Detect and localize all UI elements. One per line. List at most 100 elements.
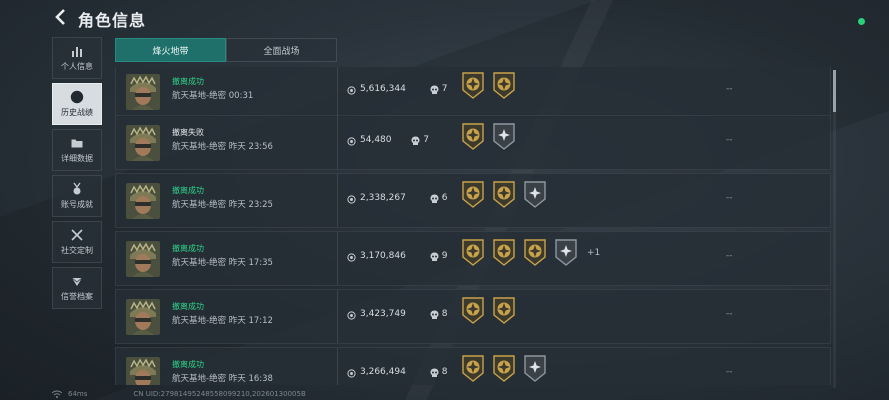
kill-count: 6 (441, 193, 448, 203)
top-bar: 角色信息 (0, 0, 889, 36)
extra-stat: -- (726, 251, 733, 261)
asset-value: 5,616,344 (360, 84, 406, 94)
sidebar-item-4[interactable]: 社交定制 (52, 221, 102, 263)
folder-icon (71, 139, 83, 148)
sidebar: 个人信息历史战绩详细数据账号成就社交定制信誉档案 (52, 37, 102, 313)
column-divider (337, 348, 338, 385)
scrollbar-track[interactable] (833, 70, 836, 388)
extraction-status: 撤离成功 (172, 302, 204, 311)
sidebar-item-0[interactable]: 个人信息 (52, 37, 102, 79)
operator-avatar (126, 357, 160, 385)
scrollbar-thumb[interactable] (833, 70, 836, 112)
currency-icon (347, 369, 356, 378)
tab-0[interactable]: 烽火地带 (115, 38, 226, 62)
asset-value: 3,423,749 (360, 309, 406, 319)
map-and-time: 航天基地-绝密 昨天 16:38 (172, 374, 273, 384)
page-title: 角色信息 (78, 11, 147, 30)
badge-list (461, 181, 547, 208)
badge-list: +1 (461, 239, 600, 266)
gold-medal-icon (462, 72, 484, 99)
match-record-row[interactable]: 撤离成功 航天基地-绝密 昨天 23:25 2,338,267 6 -- (115, 173, 831, 228)
sidebar-item-1[interactable]: 历史战绩 (52, 83, 102, 125)
tab-1[interactable]: 全面战场 (226, 38, 337, 62)
silver-medal-icon (524, 181, 546, 208)
skull-kills-icon (430, 194, 439, 203)
skull-kills-icon (430, 368, 439, 377)
map-and-time: 航天基地-绝密 昨天 17:35 (172, 258, 273, 268)
sidebar-item-label: 账号成就 (61, 200, 93, 209)
extra-stat: -- (726, 367, 733, 377)
bar-chart-icon (72, 47, 82, 57)
badge-list (461, 123, 516, 150)
asset-value: 3,170,846 (360, 251, 406, 261)
kill-count: 8 (441, 309, 448, 319)
extraction-status: 撤离成功 (172, 77, 204, 86)
match-record-row[interactable]: 撤离成功航天基地-绝密 昨天 17:35 3,170,846 9 +1 -- (115, 231, 831, 286)
map-and-time: 航天基地-绝密 昨天 17:12 (172, 316, 273, 326)
uid-text: CN UID:27981495248558099210,20260130005B (133, 390, 306, 398)
silver-medal-icon (524, 355, 546, 382)
match-record-row[interactable]: 撤离成功航天基地-绝密 昨天 17:12 3,423,749 8 -- (115, 289, 831, 344)
gold-medal-icon (462, 355, 484, 382)
kill-count: 7 (423, 135, 429, 145)
currency-icon (347, 253, 356, 262)
skull-kills-icon (430, 85, 439, 94)
asset-value: 3,266,494 (360, 367, 406, 377)
map-and-time: 航天基地-绝密 00:31 (172, 91, 254, 101)
badge-list (461, 72, 516, 99)
sidebar-item-3[interactable]: 账号成就 (52, 175, 102, 217)
kill-count: 9 (441, 251, 448, 261)
match-record-row[interactable]: 撤离失败 航天基地-绝密 昨天 23:56 54,480 7 -- (115, 115, 831, 170)
extra-stat: -- (726, 309, 733, 319)
column-divider (337, 67, 338, 118)
ping-text: 64ms (68, 390, 88, 398)
sidebar-item-label: 历史战绩 (61, 108, 93, 117)
clock-icon (70, 90, 84, 104)
sidebar-item-label: 信誉档案 (61, 292, 93, 301)
footer: 64ms CN UID:27981495248558099210,2026013… (52, 390, 306, 398)
gold-medal-icon (462, 123, 484, 150)
extra-stat: -- (726, 135, 733, 145)
sidebar-item-label: 个人信息 (61, 62, 93, 71)
gold-medal-icon (524, 239, 546, 266)
sidebar-item-label: 详细数据 (61, 154, 93, 163)
operator-avatar (126, 74, 160, 110)
asset-value: 2,338,267 (360, 193, 406, 203)
operator-avatar (126, 241, 160, 277)
currency-icon (347, 311, 356, 320)
match-record-row[interactable]: 撤离成功 航天基地-绝密 00:31 5,616,344 7 -- (115, 67, 831, 119)
operator-avatar (126, 125, 160, 161)
operator-avatar (126, 299, 160, 335)
skull-kills-icon (430, 252, 439, 261)
kill-count: 8 (441, 367, 448, 377)
column-divider (337, 232, 338, 285)
sidebar-item-label: 社交定制 (61, 246, 93, 255)
sidebar-item-2[interactable]: 详细数据 (52, 129, 102, 171)
operator-avatar (126, 183, 160, 219)
gold-medal-icon (462, 297, 484, 324)
asset-value: 54,480 (360, 135, 392, 145)
skull-kills-icon (411, 136, 420, 145)
more-badges-count: +1 (587, 247, 601, 258)
gold-medal-icon (493, 239, 515, 266)
extra-stat: -- (726, 193, 733, 203)
gold-medal-icon (493, 181, 515, 208)
gold-medal-icon (493, 297, 515, 324)
gold-medal-icon (493, 355, 515, 382)
map-and-time: 航天基地-绝密 昨天 23:25 (172, 200, 273, 210)
gold-medal-icon (462, 239, 484, 266)
column-divider (337, 290, 338, 343)
skull-kills-icon (430, 310, 439, 319)
column-divider (337, 174, 338, 227)
extraction-status: 撤离成功 (172, 244, 204, 253)
silver-medal-icon (555, 239, 577, 266)
gold-medal-icon (493, 72, 515, 99)
sidebar-item-5[interactable]: 信誉档案 (52, 267, 102, 309)
currency-icon (347, 195, 356, 204)
tools-icon (71, 229, 83, 241)
extra-stat: -- (726, 84, 733, 94)
wifi-icon (52, 390, 62, 398)
match-record-row[interactable]: 撤离成功 航天基地-绝密 昨天 16:38 3,266,494 8 -- (115, 347, 831, 385)
back-arrow-icon[interactable] (52, 8, 70, 26)
match-history-list[interactable]: 撤离成功 航天基地-绝密 00:31 5,616,344 7 -- 撤离失败 航天基地-绝密… (115, 67, 831, 385)
